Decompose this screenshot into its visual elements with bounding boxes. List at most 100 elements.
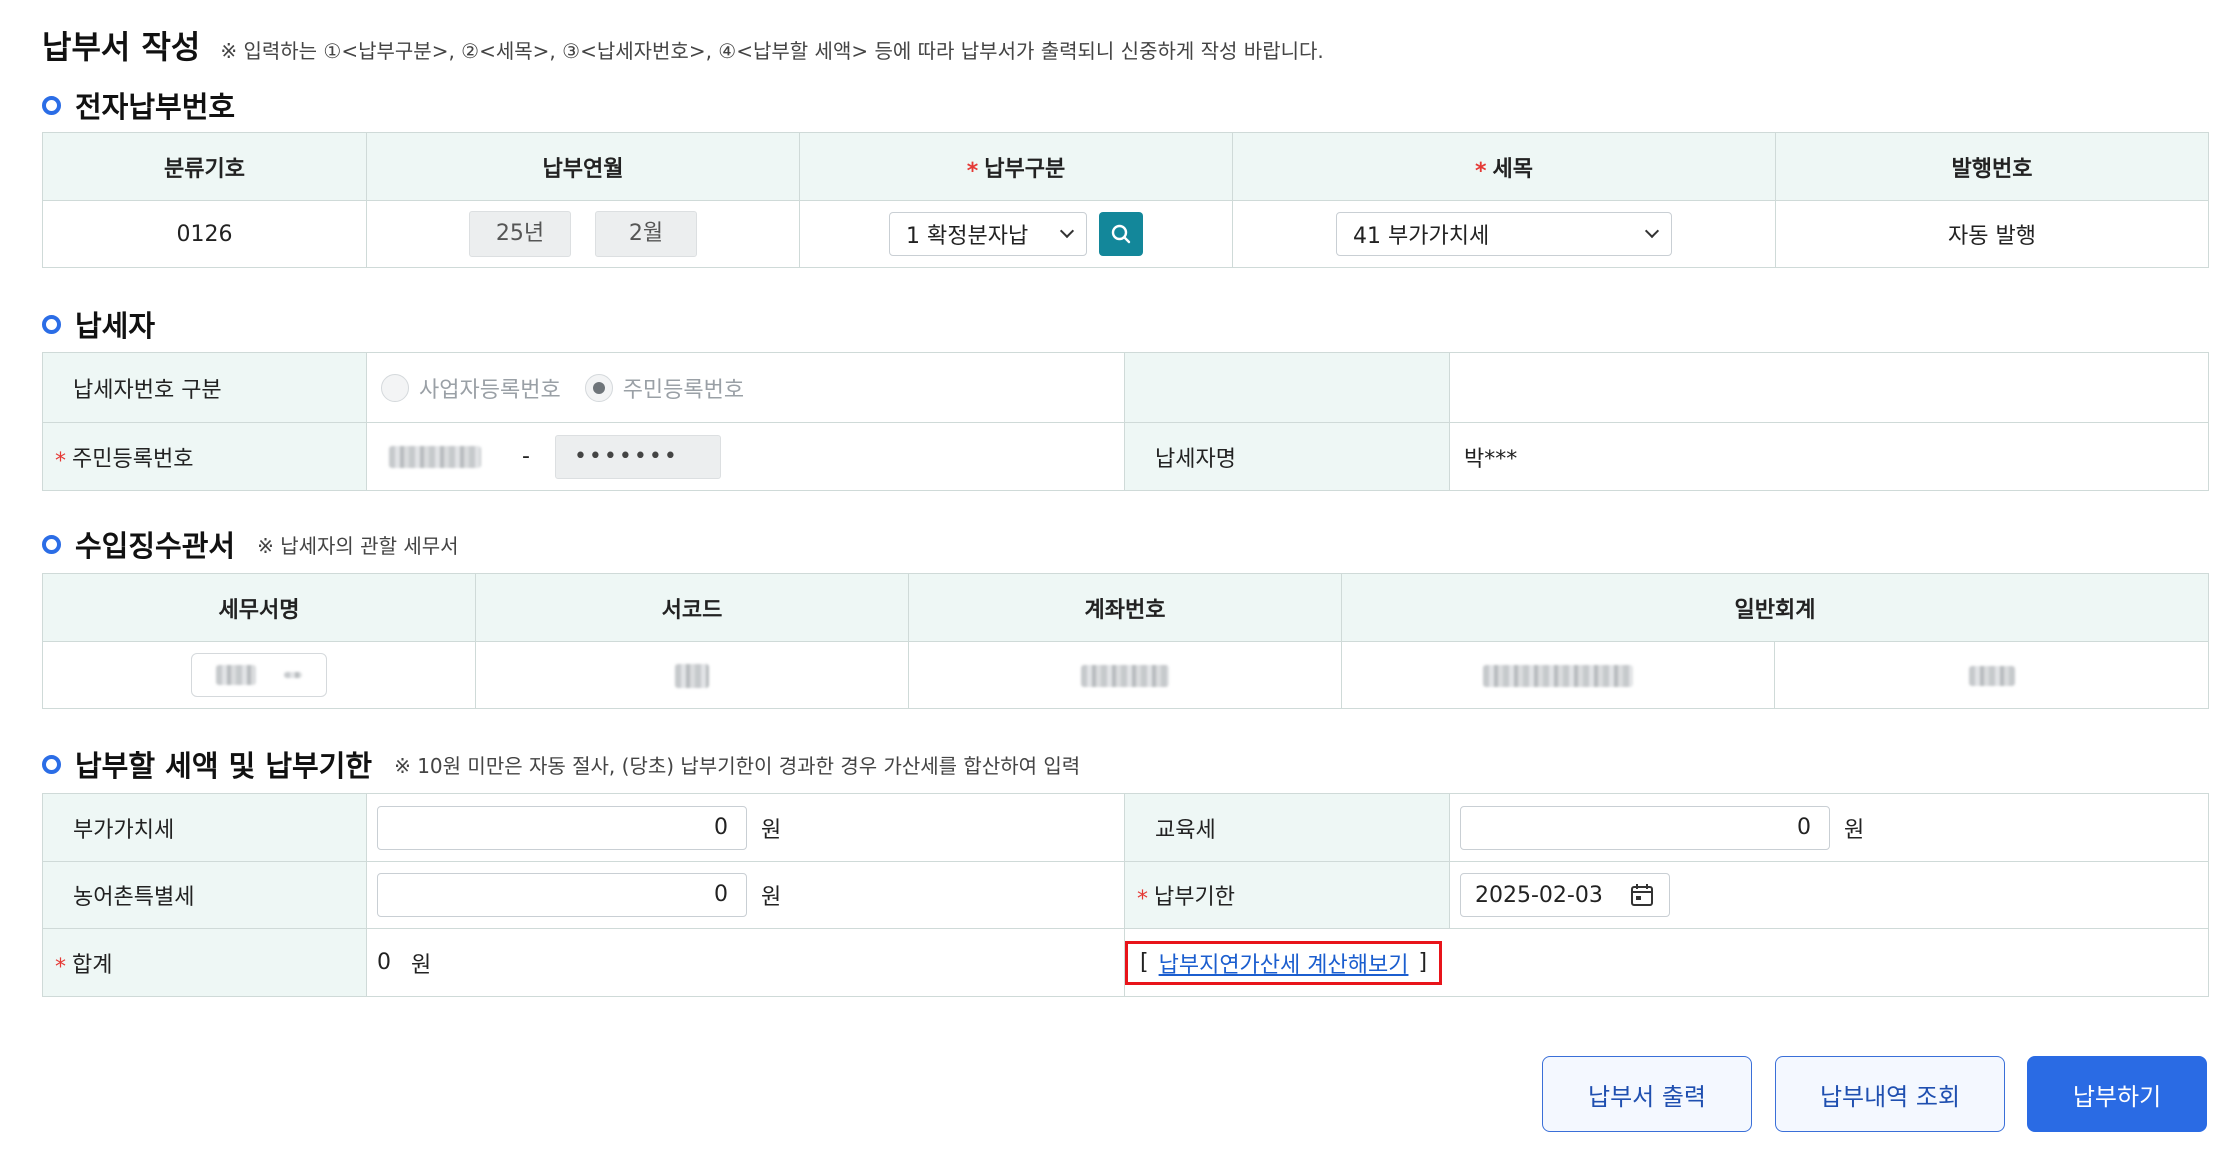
redacted-office-name bbox=[216, 665, 256, 685]
redacted-general-account-code bbox=[1968, 665, 2015, 686]
vat-cell: 0원 bbox=[366, 793, 1125, 862]
redacted-office-code bbox=[675, 663, 709, 688]
page-title: 납부서 작성 bbox=[42, 28, 201, 66]
bullet-ring-icon bbox=[42, 534, 61, 554]
tax-item-select[interactable]: 41 부가가치세 bbox=[1336, 212, 1672, 256]
col-office-code: 서코드 bbox=[475, 573, 909, 642]
amounts-table: 부가가치세 0원 교육세 0원 농어촌특별세 0원 * 납부기한 2025-02-… bbox=[42, 793, 2209, 997]
radio-business-number[interactable] bbox=[381, 373, 409, 402]
total-label: * 합계 bbox=[42, 928, 367, 997]
print-bill-button[interactable]: 납부서 출력 bbox=[1542, 1056, 1752, 1132]
edu-tax-input[interactable]: 0 bbox=[1460, 805, 1830, 850]
late-penalty-calc-box: [ 납부지연가산세 계산해보기 ] bbox=[1125, 940, 1443, 985]
account-number-cell bbox=[908, 641, 1342, 709]
calendar-icon bbox=[1631, 884, 1653, 906]
year-field: 25년 bbox=[469, 211, 571, 257]
issue-number: 자동 발행 bbox=[1775, 200, 2209, 268]
office-name-select[interactable] bbox=[191, 653, 327, 697]
taxpayer-name-value: 박*** bbox=[1449, 422, 2209, 491]
section-taxpayer: 납세자 bbox=[42, 303, 155, 345]
section-title: 납부할 세액 및 납부기한 bbox=[75, 749, 373, 783]
page-header: 납부서 작성 ※ 입력하는 ①<납부구분>, ②<세목>, ③<납세자번호>, … bbox=[42, 22, 1324, 68]
payment-type-select[interactable]: 1 확정분자납 bbox=[889, 212, 1087, 256]
required-mark: * bbox=[1475, 158, 1487, 184]
empty-value-cell bbox=[1449, 352, 2209, 423]
payment-history-button[interactable]: 납부내역 조회 bbox=[1775, 1056, 2005, 1132]
search-button[interactable] bbox=[1099, 212, 1143, 256]
col-payment-type: * 납부구분 bbox=[799, 132, 1233, 201]
section-title: 수입징수관서 bbox=[75, 529, 236, 563]
redacted-general-account bbox=[1483, 664, 1633, 687]
bullet-ring-icon bbox=[42, 754, 61, 774]
col-year-month: 납부연월 bbox=[366, 132, 800, 201]
col-tax-item: * 세목 bbox=[1232, 132, 1776, 201]
general-account-cell-1 bbox=[1341, 641, 1775, 709]
section-note: ※ 납세자의 관할 세무서 bbox=[257, 533, 459, 558]
collection-office-table: 세무서명 서코드 계좌번호 일반회계 bbox=[42, 573, 2209, 709]
rural-tax-cell: 0원 bbox=[366, 861, 1125, 929]
col-general-account: 일반회계 bbox=[1341, 573, 2209, 642]
bracket-open: [ bbox=[1140, 950, 1149, 975]
required-mark: * bbox=[55, 954, 66, 980]
section-electronic-number: 전자납부번호 bbox=[42, 84, 235, 126]
required-mark: * bbox=[55, 448, 66, 474]
radio-resident-number[interactable] bbox=[584, 373, 613, 402]
total-value: 0 bbox=[377, 949, 391, 975]
unit-won: 원 bbox=[761, 817, 782, 843]
deadline-label: * 납부기한 bbox=[1124, 861, 1450, 929]
taxpayer-id-type-cell: 사업자등록번호 주민등록번호 bbox=[366, 352, 1125, 423]
bracket-close: ] bbox=[1418, 950, 1428, 975]
classification-code: 0126 bbox=[42, 200, 367, 268]
col-classification: 분류기호 bbox=[42, 132, 367, 201]
late-penalty-calc-link[interactable]: 납부지연가산세 계산해보기 bbox=[1159, 947, 1409, 979]
pay-button[interactable]: 납부하기 bbox=[2027, 1056, 2207, 1132]
taxpayer-id-type-radios: 사업자등록번호 주민등록번호 bbox=[381, 372, 1110, 404]
taxpayer-table: 납세자번호 구분 사업자등록번호 주민등록번호 * 주민등록번호 - ••••••… bbox=[42, 352, 2209, 491]
tax-item-cell: 41 부가가치세 bbox=[1232, 200, 1776, 268]
deadline-date-input[interactable]: 2025-02-03 bbox=[1460, 873, 1670, 917]
redacted-account-number bbox=[1081, 664, 1169, 687]
calc-link-cell: [ 납부지연가산세 계산해보기 ] bbox=[1124, 928, 2209, 997]
unit-won: 원 bbox=[1844, 817, 1865, 843]
bullet-ring-icon bbox=[42, 95, 61, 115]
year-month-cell: 25년 2월 bbox=[366, 200, 800, 268]
section-title: 전자납부번호 bbox=[75, 90, 236, 124]
section-title: 납세자 bbox=[75, 309, 156, 343]
search-icon bbox=[1111, 224, 1131, 244]
vat-input[interactable]: 0 bbox=[377, 805, 747, 850]
taxpayer-id-type-label: 납세자번호 구분 bbox=[42, 352, 367, 423]
unit-won: 원 bbox=[411, 952, 432, 978]
taxpayer-name-label: 납세자명 bbox=[1124, 422, 1450, 491]
redacted-resident-front bbox=[389, 445, 481, 468]
total-cell: 0원 bbox=[366, 928, 1125, 997]
unit-won: 원 bbox=[761, 885, 782, 910]
payment-type-cell: 1 확정분자납 bbox=[799, 200, 1233, 268]
section-collection-office: 수입징수관서 ※ 납세자의 관할 세무서 bbox=[42, 523, 459, 565]
chevron-down-icon bbox=[1059, 223, 1075, 239]
page-notice: ※ 입력하는 ①<납부구분>, ②<세목>, ③<납세자번호>, ④<납부할 세… bbox=[220, 39, 1324, 63]
month-field: 2월 bbox=[595, 211, 697, 257]
edu-tax-label: 교육세 bbox=[1124, 793, 1450, 862]
section-note: ※ 10원 미만은 자동 절사, (당초) 납부기한이 경과한 경우 가산세를 … bbox=[394, 753, 1081, 778]
rural-tax-input[interactable]: 0 bbox=[377, 873, 747, 917]
resident-dash: - bbox=[522, 444, 530, 469]
office-name-cell bbox=[42, 641, 476, 709]
col-issue-number: 발행번호 bbox=[1775, 132, 2209, 201]
general-account-cell-2 bbox=[1774, 641, 2209, 709]
section-amounts: 납부할 세액 및 납부기한 ※ 10원 미만은 자동 절사, (당초) 납부기한… bbox=[42, 743, 1080, 785]
edu-tax-cell: 0원 bbox=[1449, 793, 2209, 862]
chevron-down-icon bbox=[1644, 223, 1660, 239]
resident-number-label: * 주민등록번호 bbox=[42, 422, 367, 491]
tax-payment-form: 납부서 작성 ※ 입력하는 ①<납부구분>, ②<세목>, ③<납세자번호>, … bbox=[0, 0, 2236, 1169]
resident-number-cell: - ••••••• bbox=[366, 422, 1125, 491]
required-mark: * bbox=[1137, 887, 1148, 912]
col-account-number: 계좌번호 bbox=[908, 573, 1342, 642]
vat-label: 부가가치세 bbox=[42, 793, 367, 862]
empty-label-cell bbox=[1124, 352, 1450, 423]
deadline-cell: 2025-02-03 bbox=[1449, 861, 2209, 929]
bullet-ring-icon bbox=[42, 314, 61, 334]
office-code-cell bbox=[475, 641, 909, 709]
col-office-name: 세무서명 bbox=[42, 573, 476, 642]
redacted-office-suffix bbox=[284, 672, 302, 678]
rural-tax-label: 농어촌특별세 bbox=[42, 861, 367, 929]
